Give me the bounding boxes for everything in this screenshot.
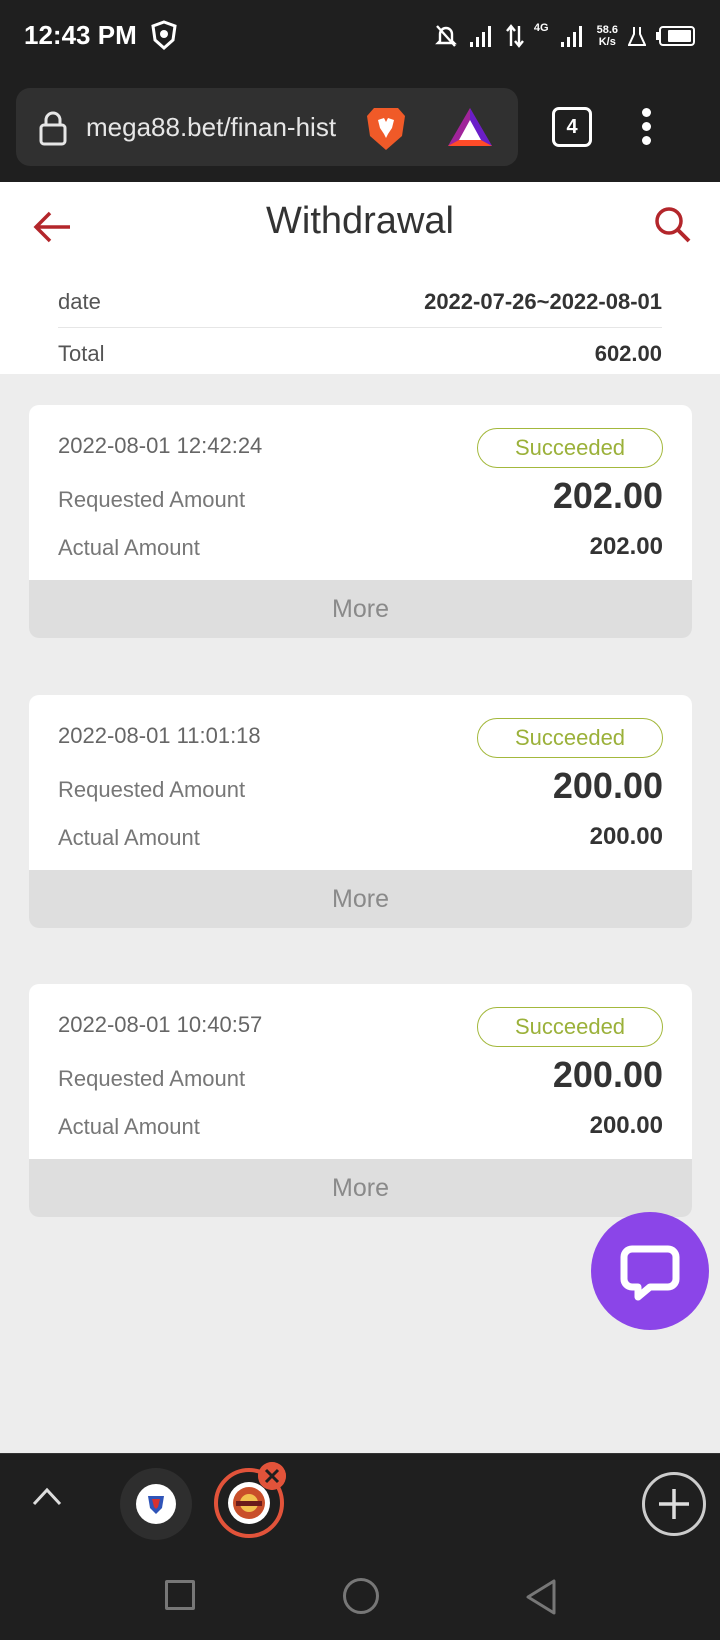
- system-navigation-bar: [0, 1548, 720, 1640]
- signal-icon-2: [560, 26, 582, 47]
- status-badge: Succeeded: [477, 718, 663, 758]
- system-back-icon[interactable]: [524, 1578, 558, 1616]
- new-tab-button[interactable]: [642, 1472, 706, 1536]
- lock-icon: [39, 111, 67, 146]
- total-value: 602.00: [594, 341, 662, 366]
- brave-shield-icon: [151, 20, 177, 50]
- tab-switcher-strip: [0, 1453, 720, 1548]
- more-button[interactable]: More: [29, 1159, 692, 1217]
- page-title: Withdrawal: [266, 200, 454, 242]
- withdrawal-card: 2022-08-01 11:01:18 Succeeded Requested …: [29, 695, 692, 928]
- record-time: 2022-08-01 11:01:18: [58, 723, 261, 748]
- tabs-count-button[interactable]: 4: [552, 107, 592, 147]
- lab-flask-icon: [628, 27, 646, 46]
- actual-amount-value: 202.00: [589, 533, 663, 560]
- status-badge: Succeeded: [477, 428, 663, 468]
- date-range-value[interactable]: 2022-07-26~2022-08-01: [424, 289, 662, 315]
- browser-menu-icon[interactable]: [640, 108, 652, 148]
- live-chat-button[interactable]: [591, 1212, 709, 1330]
- chevron-up-icon[interactable]: [30, 1484, 64, 1508]
- status-icons: 4G 58.6 K/s: [434, 18, 696, 54]
- url-text[interactable]: mega88.bet/finan-hist: [86, 112, 336, 143]
- requested-amount-label: Requested Amount: [58, 1066, 246, 1091]
- actual-amount-value: 200.00: [589, 823, 663, 850]
- requested-amount-label: Requested Amount: [58, 777, 246, 802]
- actual-amount-label: Actual Amount: [58, 1114, 200, 1139]
- notifications-off-icon: [434, 25, 457, 47]
- status-bar: 12:43 PM 4G 58.6 K/s: [0, 0, 720, 72]
- record-time: 2022-08-01 10:40:57: [58, 1012, 263, 1037]
- recents-button[interactable]: [165, 1580, 195, 1610]
- site-favicon-icon: [136, 1484, 176, 1524]
- address-bar[interactable]: mega88.bet/finan-hist: [16, 88, 518, 166]
- chat-bubble-icon: [620, 1245, 680, 1301]
- requested-amount-label: Requested Amount: [58, 487, 246, 512]
- search-icon[interactable]: [652, 204, 692, 244]
- record-time: 2022-08-01 12:42:24: [58, 433, 263, 458]
- close-tab-icon[interactable]: [258, 1462, 286, 1490]
- speed-value: 58.6: [596, 24, 618, 36]
- date-range-row[interactable]: date 2022-07-26~2022-08-01: [58, 276, 662, 328]
- actual-amount-label: Actual Amount: [58, 535, 200, 560]
- site-favicon-icon: [228, 1482, 270, 1524]
- browser-toolbar: mega88.bet/finan-hist 4: [0, 72, 720, 182]
- more-button[interactable]: More: [29, 870, 692, 928]
- actual-amount-label: Actual Amount: [58, 825, 200, 850]
- data-transfer-icon: [505, 24, 524, 48]
- requested-amount-value: 202.00: [552, 475, 663, 516]
- withdrawal-card: 2022-08-01 10:40:57 Succeeded Requested …: [29, 984, 692, 1217]
- status-time: 12:43 PM: [24, 20, 137, 50]
- speed-unit: K/s: [598, 36, 616, 48]
- status-badge: Succeeded: [477, 1007, 663, 1047]
- more-button[interactable]: More: [29, 580, 692, 638]
- date-label: date: [58, 288, 101, 314]
- signal-icon-1: [469, 26, 491, 47]
- plus-icon: [659, 1489, 689, 1519]
- battery-icon: [656, 26, 695, 46]
- page-header: Withdrawal date 2022-07-26~2022-08-01 To…: [0, 182, 720, 374]
- network-type: 4G: [533, 22, 549, 34]
- requested-amount-value: 200.00: [552, 765, 663, 806]
- home-button[interactable]: [343, 1578, 379, 1614]
- actual-amount-value: 200.00: [589, 1112, 663, 1139]
- withdrawal-card: 2022-08-01 12:42:24 Succeeded Requested …: [29, 405, 692, 638]
- requested-amount-value: 200.00: [552, 1054, 663, 1095]
- brave-lion-icon[interactable]: [364, 104, 408, 152]
- total-row: Total 602.00: [58, 328, 662, 380]
- tab-thumbnail[interactable]: [120, 1468, 192, 1540]
- network-speed: 58.6 K/s: [597, 24, 618, 48]
- total-label: Total: [58, 341, 105, 366]
- brave-rewards-icon[interactable]: [446, 106, 494, 148]
